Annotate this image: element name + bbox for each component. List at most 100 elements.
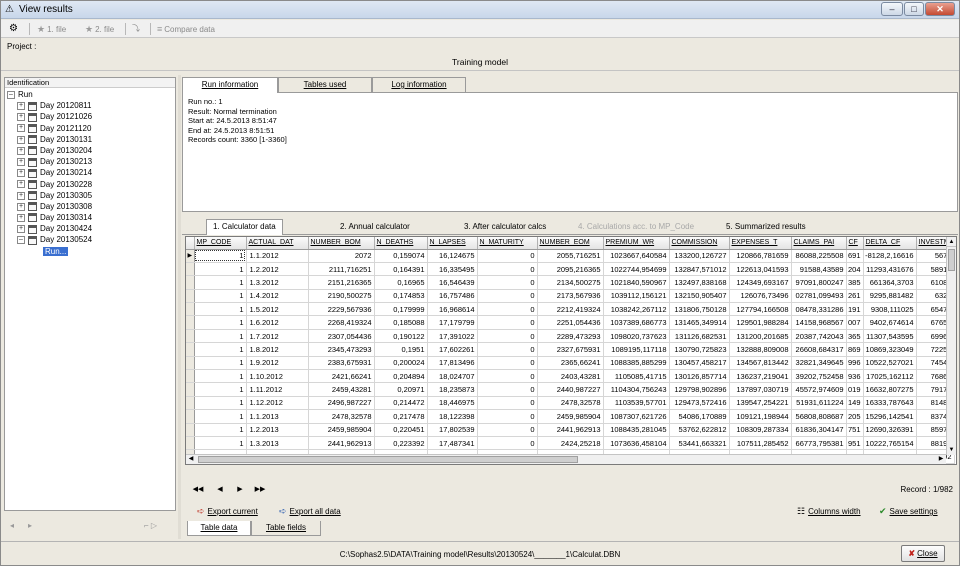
table-cell[interactable]: 0	[477, 315, 538, 330]
table-cell[interactable]: 0	[477, 302, 538, 317]
table-cell[interactable]: 129473,572416	[669, 396, 730, 411]
column-header[interactable]: MP_CODE	[194, 237, 247, 250]
table-row[interactable]: 1 1.3.2013 2441,962913 0,223392 17,487341 0 24…	[186, 436, 955, 451]
table-cell[interactable]: 2111,716251	[308, 262, 375, 277]
table-cell[interactable]: 2072	[308, 249, 375, 263]
table-cell[interactable]: 365	[846, 329, 864, 344]
table-cell[interactable]: 86088,225508	[791, 249, 847, 263]
table-cell[interactable]: 2459,985904	[537, 409, 604, 424]
table-cell[interactable]: 1.7.2012	[246, 329, 309, 344]
table-cell[interactable]: 2212,419324	[537, 302, 604, 317]
table-cell[interactable]: 1.6.2012	[246, 315, 309, 330]
tab-summarized-results[interactable]: 5. Summarized results	[726, 220, 806, 234]
table-cell[interactable]: 0,164391	[374, 262, 428, 277]
tree-day-item[interactable]: + Day 20120811	[7, 100, 175, 111]
table-cell[interactable]: 97091,800247	[791, 275, 847, 290]
table-cell[interactable]: 2055,716251	[537, 249, 604, 263]
vertical-scrollbar[interactable]: ▲ ▼	[946, 237, 956, 455]
column-header[interactable]: CLAIMS_PAI	[791, 237, 847, 250]
table-cell[interactable]: 0	[477, 329, 538, 344]
tab-tables-used[interactable]: Tables used	[278, 77, 372, 92]
column-header[interactable]: N_LAPSES	[427, 237, 478, 250]
table-cell[interactable]: 0	[477, 275, 538, 290]
table-cell[interactable]: 1022744,954699	[603, 262, 670, 277]
table-cell[interactable]: 1.2.2013	[246, 423, 309, 437]
table-cell[interactable]: -8128,2,16616	[863, 249, 917, 263]
table-cell[interactable]: 131200,201685	[729, 329, 792, 344]
table-cell[interactable]: 32821,349645	[791, 356, 847, 371]
page-icon[interactable]: ⌐ ▷	[144, 521, 157, 530]
tree-day-item[interactable]: + Day 20130213	[7, 156, 175, 167]
table-cell[interactable]: 56808,808687	[791, 409, 847, 424]
table-cell[interactable]: 1.9.2012	[246, 356, 309, 371]
table-cell[interactable]: 1.1.2013	[246, 409, 309, 424]
table-cell[interactable]: 0,20971	[374, 382, 428, 397]
table-cell[interactable]: 16,546439	[427, 275, 478, 290]
table-cell[interactable]: 1089195,117118	[603, 342, 670, 357]
first-record-button[interactable]: ◀◀	[191, 484, 205, 496]
column-header[interactable]: N_DEATHS	[374, 237, 428, 250]
table-cell[interactable]: 0,200024	[374, 356, 428, 371]
tree-day-item[interactable]: + Day 20130314	[7, 212, 175, 223]
table-cell[interactable]: 0,16965	[374, 275, 428, 290]
table-row[interactable]: 1 1.5.2012 2229,567936 0,179999 16,968614 0 22…	[186, 302, 955, 317]
table-cell[interactable]: 2441,962913	[308, 436, 375, 451]
expand-icon[interactable]: +	[17, 225, 25, 234]
table-cell[interactable]: 1	[194, 249, 247, 263]
table-cell[interactable]: 1	[194, 262, 247, 277]
file2-button[interactable]: ★ 2. file	[85, 23, 114, 35]
table-cell[interactable]: 66773,795381	[791, 436, 847, 451]
table-cell[interactable]: 17,802539	[427, 423, 478, 437]
row-indicator[interactable]	[186, 315, 195, 330]
table-cell[interactable]: 149	[846, 396, 864, 411]
tab-after-calculator-calcs[interactable]: 3. After calculator calcs	[464, 220, 546, 234]
table-row[interactable]: 1 1.9.2012 2383,675931 0,200024 17,813496 0 23…	[186, 356, 955, 371]
table-cell[interactable]: 0	[477, 342, 538, 357]
table-cell[interactable]: 02781,099493	[791, 289, 847, 304]
table-cell[interactable]: 131126,682531	[669, 329, 730, 344]
table-cell[interactable]: 1.3.2012	[246, 275, 309, 290]
table-cell[interactable]: 385	[846, 275, 864, 290]
table-cell[interactable]: 16,968614	[427, 302, 478, 317]
window-close-button[interactable]: ✕	[925, 2, 955, 16]
table-cell[interactable]: 2459,985904	[308, 423, 375, 437]
scroll-up-icon[interactable]: ▲	[947, 237, 956, 247]
scroll-left-icon[interactable]: ◂	[10, 521, 14, 530]
table-row[interactable]: 1 1.2.2012 2111,716251 0,164391 16,335495 0 20…	[186, 262, 955, 277]
table-cell[interactable]: 2441,962913	[537, 423, 604, 437]
table-cell[interactable]: 17,487341	[427, 436, 478, 451]
table-cell[interactable]: 17,391022	[427, 329, 478, 344]
table-cell[interactable]: 1088435,281045	[603, 423, 670, 437]
row-indicator[interactable]	[186, 356, 195, 371]
table-cell[interactable]: 1.10.2012	[246, 369, 309, 384]
tab-calculator-data[interactable]: 1. Calculator data	[206, 219, 283, 235]
collapse-icon[interactable]: –	[17, 236, 25, 245]
table-row[interactable]: ▶ 1 1.1.2012 2072 0,159074 16,124675 0 2055,716…	[186, 249, 955, 263]
table-cell[interactable]: 2459,43281	[308, 382, 375, 397]
table-cell[interactable]: 39202,752458	[791, 369, 847, 384]
maximize-button[interactable]: □	[904, 2, 924, 16]
table-row[interactable]: 1 1.4.2012 2190,500275 0,174853 16,757486 0 21…	[186, 289, 955, 304]
table-cell[interactable]: 1038242,267112	[603, 302, 670, 317]
table-cell[interactable]: 107511,285452	[729, 436, 792, 451]
table-cell[interactable]: 1	[194, 329, 247, 344]
table-cell[interactable]: 2478,32578	[308, 409, 375, 424]
table-cell[interactable]: 130457,458217	[669, 356, 730, 371]
table-cell[interactable]: 1088385,885299	[603, 356, 670, 371]
table-row[interactable]: 1 1.6.2012 2268,419324 0,185088 17,179799 0 22…	[186, 315, 955, 330]
row-indicator[interactable]	[186, 275, 195, 290]
table-cell[interactable]: 18,024707	[427, 369, 478, 384]
table-cell[interactable]: 16,757486	[427, 289, 478, 304]
table-cell[interactable]: 1	[194, 356, 247, 371]
table-cell[interactable]: 2134,500275	[537, 275, 604, 290]
table-cell[interactable]: 2424,25218	[537, 436, 604, 451]
table-cell[interactable]: 122613,041593	[729, 262, 792, 277]
tree-day-item[interactable]: + Day 20130308	[7, 201, 175, 212]
tree-day-item[interactable]: + Day 20121026	[7, 111, 175, 122]
expand-icon[interactable]: +	[17, 180, 25, 189]
table-cell[interactable]: 951	[846, 436, 864, 451]
table-cell[interactable]: 0	[477, 369, 538, 384]
row-indicator[interactable]	[186, 436, 195, 451]
table-cell[interactable]: 0	[477, 409, 538, 424]
table-cell[interactable]: 1023667,640584	[603, 249, 670, 263]
